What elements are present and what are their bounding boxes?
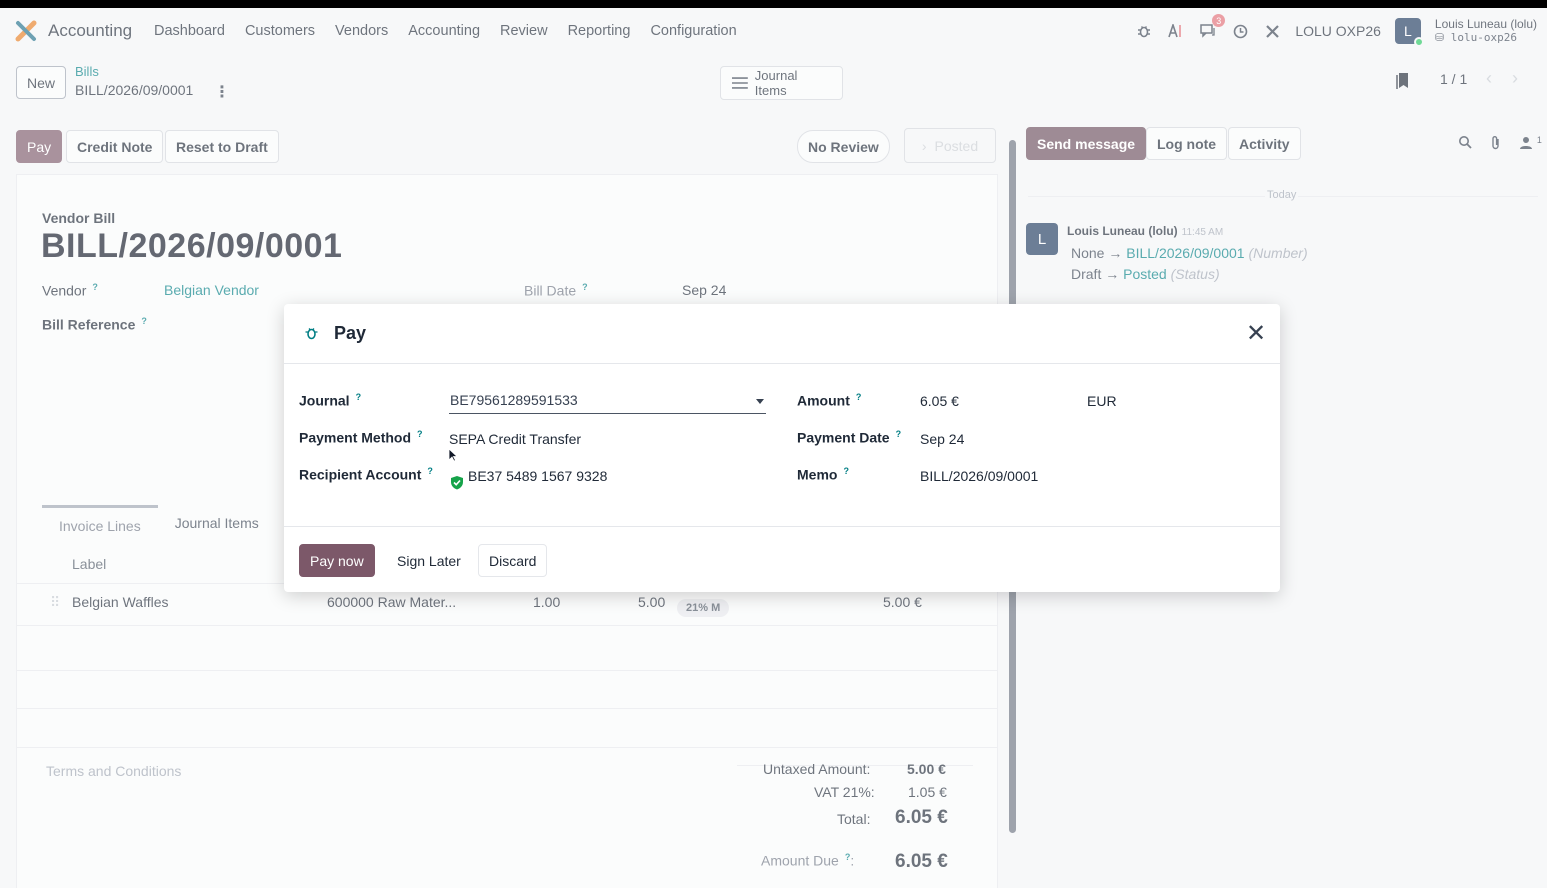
amount-field[interactable]: 6.05 € — [920, 393, 959, 409]
pay-dialog: Pay ✕ Journal? BE79561289591533 Payment … — [284, 304, 1280, 592]
payment-method-label: Payment Method? — [299, 429, 423, 446]
discard-button[interactable]: Discard — [478, 544, 548, 577]
journal-select[interactable]: BE79561289591533 — [449, 390, 766, 414]
journal-label-text: Journal — [299, 392, 350, 409]
memo-help-icon[interactable]: ? — [843, 466, 849, 476]
payment-date-field[interactable]: Sep 24 — [920, 431, 964, 447]
payment-date-label: Payment Date? — [797, 429, 901, 446]
amount-help-icon[interactable]: ? — [856, 392, 862, 402]
journal-help-icon[interactable]: ? — [356, 392, 362, 402]
amount-label-text: Amount — [797, 392, 850, 409]
close-icon[interactable]: ✕ — [1246, 322, 1266, 346]
payment-method-help-icon[interactable]: ? — [417, 429, 423, 439]
recipient-help-icon[interactable]: ? — [427, 466, 433, 476]
payment-method-label-text: Payment Method — [299, 429, 412, 446]
payment-date-label-text: Payment Date — [797, 429, 890, 446]
memo-label: Memo? — [797, 466, 849, 483]
journal-label: Journal? — [299, 392, 361, 409]
bug-icon — [305, 328, 318, 340]
currency-field[interactable]: EUR — [1087, 393, 1117, 409]
payment-method-field[interactable]: SEPA Credit Transfer — [449, 431, 581, 447]
recipient-account-field[interactable]: BE37 5489 1567 9328 — [468, 468, 607, 484]
shield-check-icon — [451, 476, 463, 490]
pay-now-button[interactable]: Pay now — [299, 544, 375, 577]
mouse-cursor-icon — [448, 448, 458, 462]
dialog-header: Pay ✕ — [284, 304, 1280, 364]
recipient-account-label-text: Recipient Account — [299, 466, 422, 483]
journal-select-value: BE79561289591533 — [450, 392, 578, 408]
memo-field[interactable]: BILL/2026/09/0001 — [920, 468, 1038, 484]
amount-label: Amount? — [797, 392, 861, 409]
caret-down-icon — [756, 399, 764, 404]
memo-label-text: Memo — [797, 466, 838, 483]
sign-later-button[interactable]: Sign Later — [386, 544, 472, 577]
payment-date-help-icon[interactable]: ? — [896, 429, 902, 439]
app-window: Accounting Dashboard Customers Vendors A… — [0, 8, 1547, 888]
dialog-title: Pay — [334, 323, 367, 343]
dialog-footer: Pay now Sign Later Discard — [284, 526, 1280, 592]
recipient-account-label: Recipient Account? — [299, 466, 433, 483]
